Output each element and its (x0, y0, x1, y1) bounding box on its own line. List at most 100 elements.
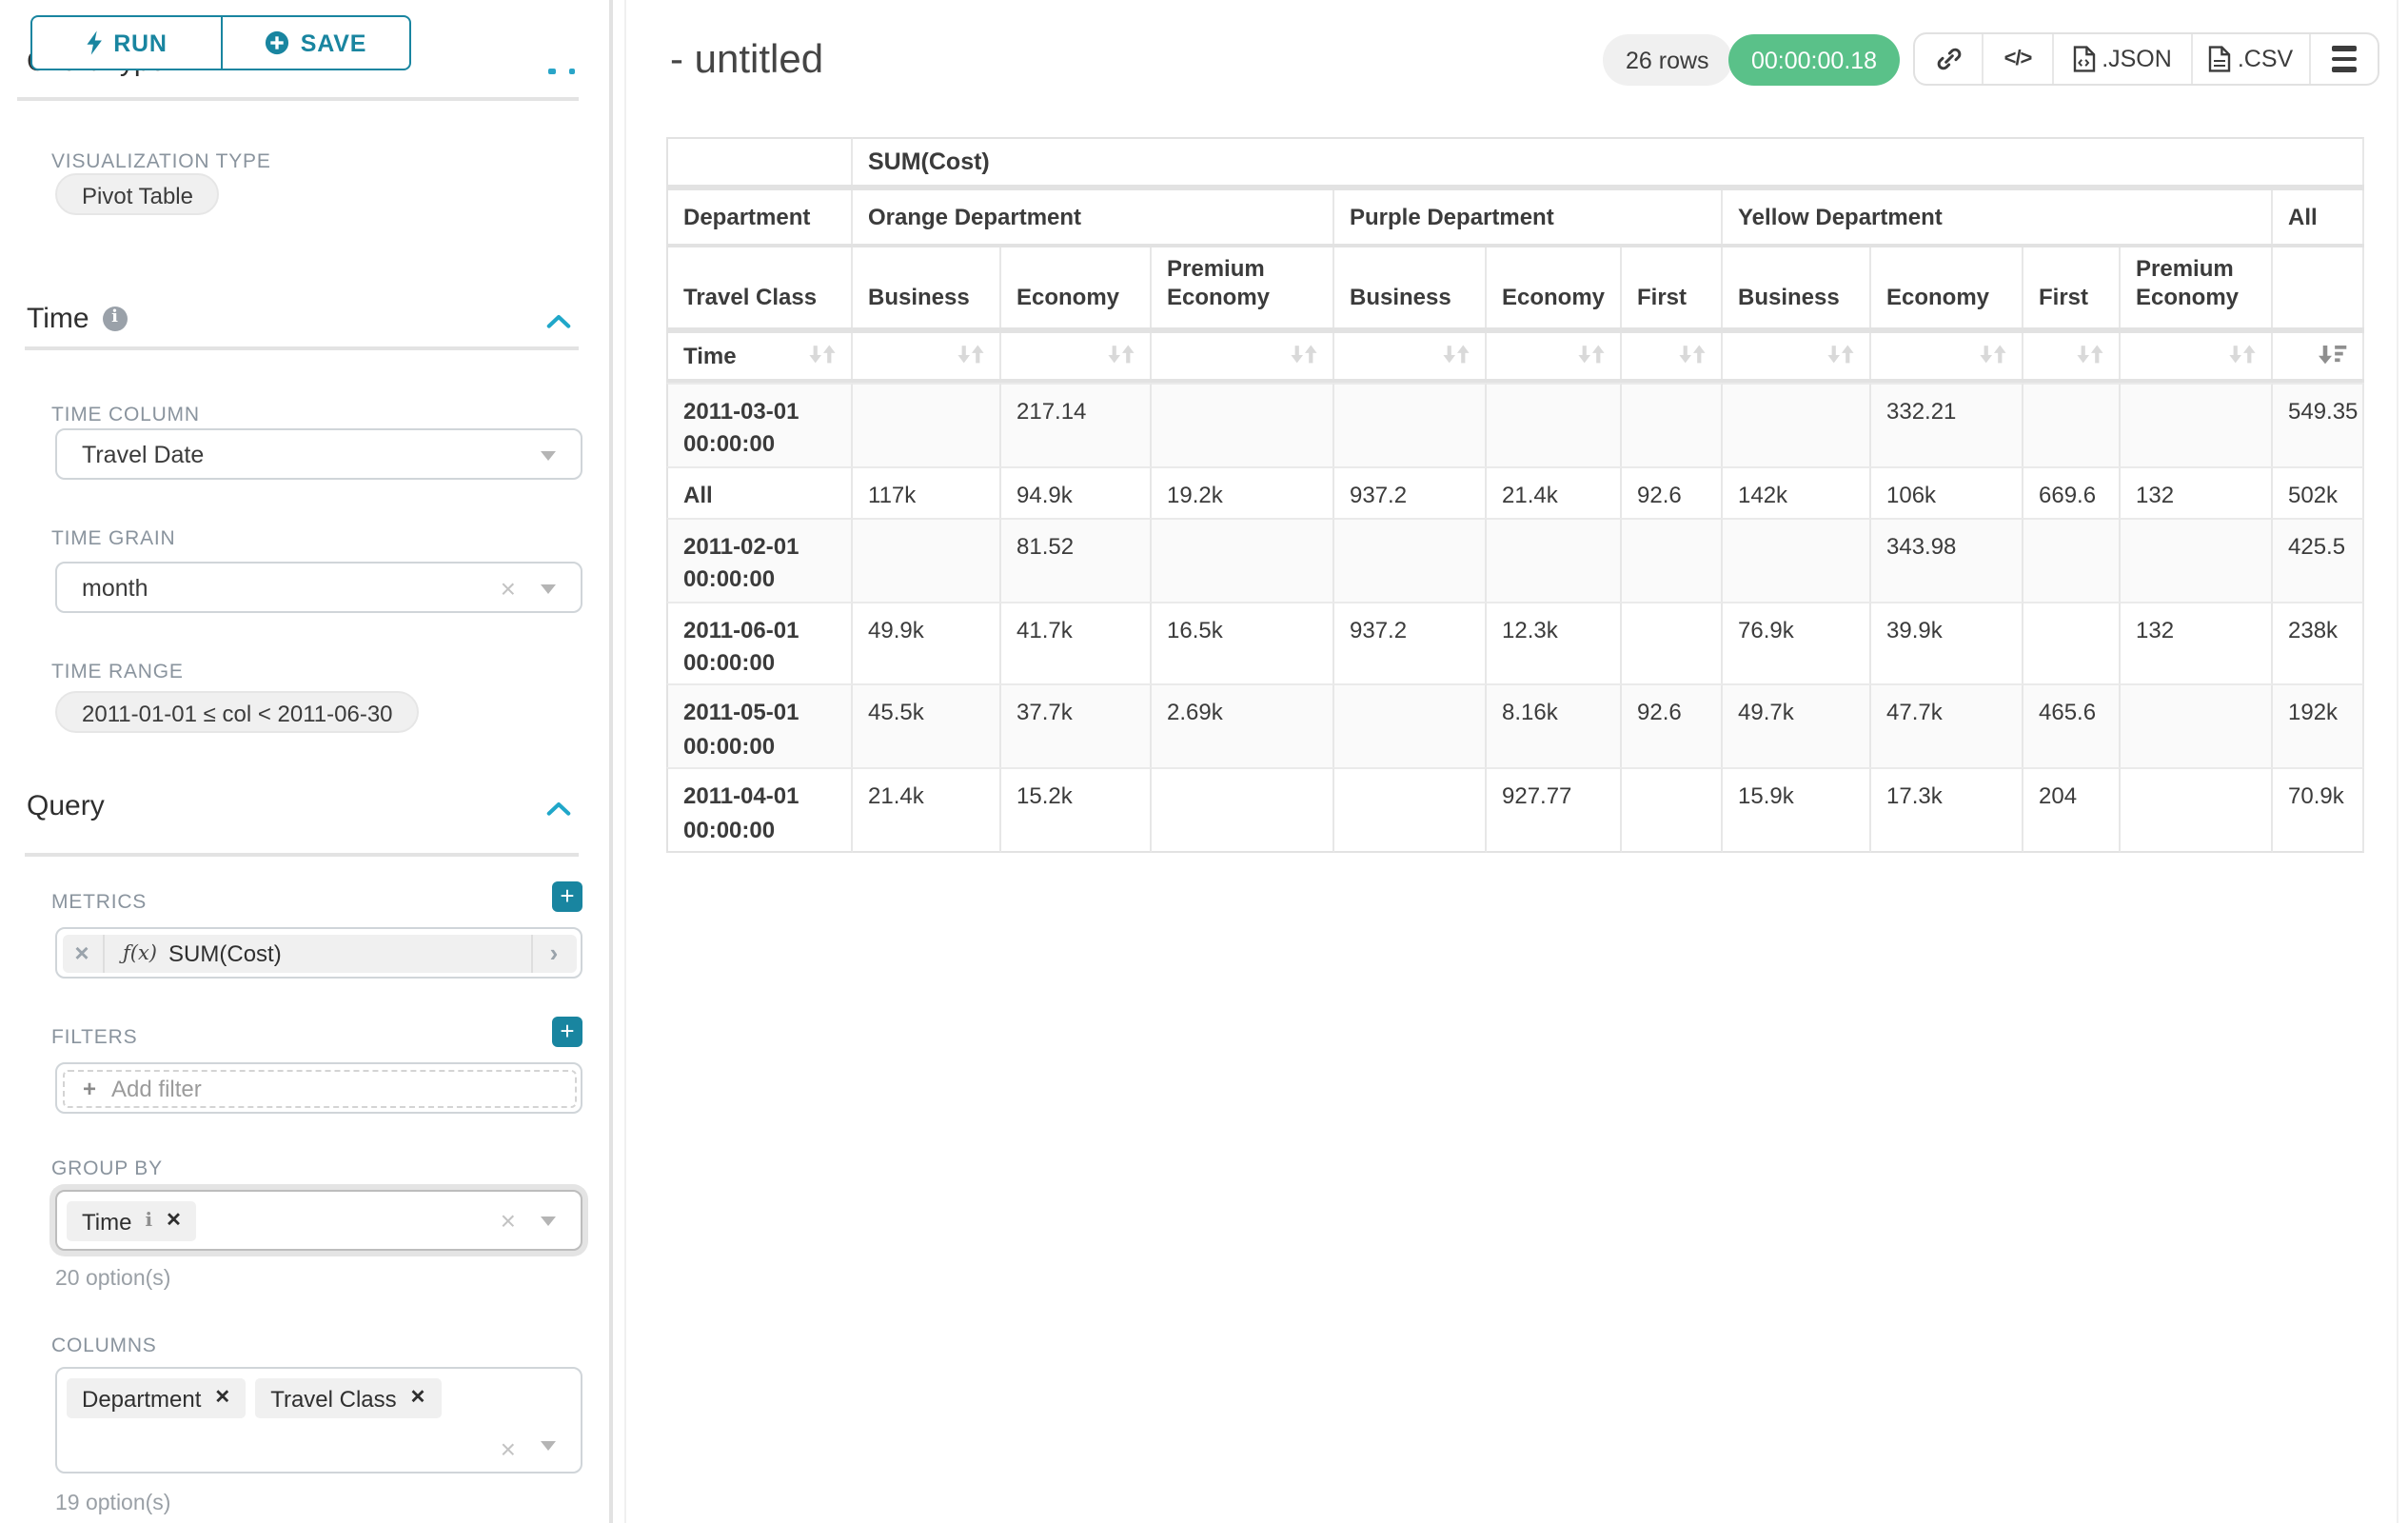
run-button[interactable]: RUN (30, 15, 222, 70)
add-filter-button[interactable]: + Add filter (62, 1069, 576, 1107)
pivot-cell (2023, 601, 2121, 684)
pivot-cell (2023, 518, 2121, 602)
viz-type-label: VISUALIZATION TYPE (51, 150, 271, 173)
sort-header[interactable] (1886, 345, 2006, 366)
pivot-cell (1622, 383, 1723, 466)
pivot-cell: 465.6 (2023, 684, 2121, 768)
sort-header-active[interactable] (2288, 345, 2347, 366)
query-timer-badge: 00:00:00.18 (1728, 34, 1900, 86)
pivot-cell (1334, 684, 1487, 768)
plus-circle-icon (265, 30, 289, 55)
metric-chip[interactable]: × ƒ(x) SUM(Cost) › (62, 934, 576, 972)
export-json-button[interactable]: .JSON (2052, 34, 2191, 84)
sort-icon (2077, 345, 2103, 366)
pivot-cell: 425.5 (2273, 518, 2364, 602)
pivot-row-label: 2011-05-01 00:00:00 (666, 684, 853, 768)
add-filter-plus-button[interactable]: + (552, 1017, 582, 1047)
subcol-header: Business (1723, 247, 1871, 327)
remove-icon[interactable]: ✕ (410, 1388, 426, 1409)
pivot-cell: 132 (2121, 466, 2273, 518)
pivot-cell: 17.3k (1871, 767, 2023, 853)
sort-icon (1108, 345, 1135, 366)
chevron-up-icon (568, 69, 575, 73)
chart-title[interactable]: - untitled (670, 38, 823, 84)
pivot-row-label: All (666, 466, 853, 518)
time-range-pill[interactable]: 2011-01-01 ≤ col < 2011-06-30 (55, 691, 420, 733)
collapse-chevron-icon[interactable] (546, 314, 571, 329)
clear-icon[interactable]: × (501, 1205, 516, 1236)
pivot-cell: 45.5k (853, 684, 1001, 768)
metric-field[interactable]: × ƒ(x) SUM(Cost) › (55, 927, 582, 979)
run-save-toolbar: RUN SAVE (30, 15, 411, 70)
time-column-select[interactable]: Travel Date (55, 428, 582, 480)
plus-icon: + (83, 1075, 96, 1101)
sort-header[interactable] (1502, 345, 1605, 366)
menu-button[interactable] (2309, 34, 2378, 84)
export-csv-button[interactable]: .CSV (2191, 34, 2309, 84)
link-icon (1935, 46, 1962, 72)
dept-group-header: Yellow Department (1723, 189, 2273, 243)
collapse-chevron-icon[interactable] (546, 801, 571, 817)
sort-header[interactable] (1738, 345, 1854, 366)
sort-header[interactable] (2136, 345, 2256, 366)
chevron-right-icon[interactable]: › (530, 934, 576, 972)
department-axis-label: Department (666, 189, 853, 243)
pivot-cell (2121, 383, 2273, 466)
time-grain-select[interactable]: month × (55, 562, 582, 613)
panel-divider[interactable] (609, 0, 613, 1523)
pivot-cell (1334, 767, 1487, 853)
pivot-cell: 49.7k (1723, 684, 1871, 768)
columns-select[interactable]: Department ✕ Travel Class ✕ × (55, 1367, 582, 1474)
sort-descending-icon (2319, 345, 2347, 366)
remove-icon[interactable]: ✕ (214, 1388, 230, 1409)
remove-icon[interactable]: × (62, 934, 104, 972)
filters-label: FILTERS (51, 1026, 137, 1049)
pivot-cell (1334, 383, 1487, 466)
view-query-button[interactable]: </> (1982, 34, 2052, 84)
dept-group-header: All (2273, 189, 2364, 243)
sort-header[interactable] (1637, 345, 1706, 366)
row-axis-label: Time (683, 342, 737, 368)
section-divider (25, 346, 579, 349)
pivot-cell: 8.16k (1487, 684, 1622, 768)
subcol-header: Business (1334, 247, 1487, 327)
sort-header[interactable] (868, 345, 984, 366)
subcol-header: Business (853, 247, 1001, 327)
pivot-cell: 2.69k (1152, 684, 1334, 768)
pivot-cell: 937.2 (1334, 601, 1487, 684)
sort-icon (1443, 345, 1470, 366)
sort-header[interactable] (1350, 345, 1470, 366)
clear-icon[interactable]: × (501, 572, 516, 603)
pivot-cell: 21.4k (1487, 466, 1622, 518)
pivot-cell: 19.2k (1152, 466, 1334, 518)
columns-option-count: 19 option(s) (55, 1493, 170, 1515)
dept-group-header: Purple Department (1334, 189, 1723, 243)
viz-type-pill[interactable]: Pivot Table (55, 173, 220, 215)
section-divider (17, 97, 579, 100)
sort-header[interactable] (1167, 345, 1317, 366)
clear-icon[interactable]: × (501, 1434, 516, 1464)
sort-header[interactable] (2039, 345, 2103, 366)
pivot-cell (853, 383, 1001, 466)
sort-header[interactable] (1016, 345, 1135, 366)
info-icon[interactable]: i (145, 1211, 152, 1232)
info-icon[interactable]: i (103, 307, 128, 331)
columns-tag-department[interactable]: Department ✕ (67, 1378, 246, 1418)
groupby-tag-time[interactable]: Time i ✕ (67, 1201, 197, 1241)
columns-tag-travel-class[interactable]: Travel Class ✕ (255, 1378, 441, 1418)
pivot-cell: 76.9k (1723, 601, 1871, 684)
pivot-cell (1622, 518, 1723, 602)
pivot-cell: 12.3k (1487, 601, 1622, 684)
remove-icon[interactable]: ✕ (166, 1211, 182, 1232)
control-panel: Chart Type RUN SAVE VISUALIZATION TYPE P… (0, 0, 609, 1523)
pivot-table-container: SUM(Cost) Department Orange Department P… (666, 137, 2364, 853)
share-link-button[interactable] (1915, 34, 1982, 84)
add-metric-button[interactable]: + (552, 881, 582, 912)
export-toolbar: </> .JSON .CSV (1913, 32, 2379, 86)
pivot-cell (2121, 518, 2273, 602)
groupby-select[interactable]: Time i ✕ × (55, 1190, 582, 1251)
sort-header-time[interactable]: Time (683, 342, 836, 368)
save-button[interactable]: SAVE (220, 15, 411, 70)
sort-icon (1291, 345, 1317, 366)
pivot-cell: 15.9k (1723, 767, 1871, 853)
